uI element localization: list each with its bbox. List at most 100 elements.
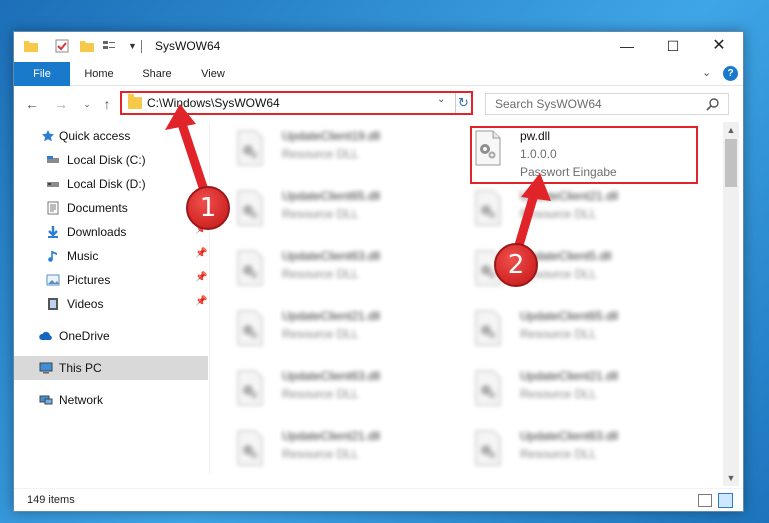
title-separator <box>141 40 142 53</box>
file-name: UpdateClient21.dll <box>282 429 381 443</box>
dll-file-icon <box>475 370 501 406</box>
help-icon[interactable]: ? <box>723 66 738 81</box>
maximize-button[interactable]: ☐ <box>650 32 696 60</box>
file-type: Resource DLL <box>520 327 597 341</box>
tab-home[interactable]: Home <box>77 62 121 86</box>
file-name: UpdateClient65.dll <box>282 189 381 203</box>
address-bar[interactable]: C:\Windows\SysWOW64 ⌄ ↻ <box>120 91 473 115</box>
videos-icon <box>48 298 58 310</box>
nav-item-onedrive[interactable]: OneDrive <box>14 324 208 348</box>
nav-item-label: Quick access <box>59 129 131 143</box>
scrollbar-thumb[interactable] <box>725 139 737 187</box>
refresh-icon[interactable]: ↻ <box>455 93 471 113</box>
dll-file-icon <box>237 370 263 406</box>
file-item[interactable]: UpdateClient21.dll Resource DLL <box>458 364 678 420</box>
dll-file-icon <box>237 430 263 466</box>
nav-item-downloads[interactable]: Downloads 📌 <box>14 220 208 244</box>
file-name: UpdateClient63.dll <box>520 429 619 443</box>
tab-share[interactable]: Share <box>136 62 178 86</box>
file-name: UpdateClient65.dll <box>520 309 619 323</box>
file-item[interactable]: UpdateClient21.dll Resource DLL <box>220 424 440 480</box>
file-item[interactable]: UpdateClient65.dll Resource DLL <box>458 304 678 360</box>
drive-icon <box>47 182 59 187</box>
large-icons-view-icon[interactable] <box>718 493 733 508</box>
nav-item-network[interactable]: Network <box>14 388 208 412</box>
nav-item-label: Pictures <box>67 273 111 287</box>
scroll-down-arrow-icon[interactable]: ▼ <box>723 470 739 486</box>
file-item[interactable]: UpdateClient63.dll Resource DLL <box>220 364 440 420</box>
file-name: UpdateClient21.dll <box>520 189 619 203</box>
up-arrow-icon[interactable]: ↑ <box>98 94 116 114</box>
expand-ribbon-chevron-icon[interactable]: ⌄ <box>702 66 711 79</box>
nav-item-label: Videos <box>67 297 104 311</box>
nav-item-local-disk-c[interactable]: Local Disk (C:) <box>14 148 208 172</box>
nav-item-label: Local Disk (C:) <box>67 153 146 167</box>
nav-item-label: Local Disk (D:) <box>67 177 146 191</box>
nav-item-quick-access[interactable]: Quick access <box>14 124 208 148</box>
dll-file-icon <box>237 310 263 346</box>
cloud-icon <box>39 331 52 340</box>
pin-icon[interactable]: 📌 <box>195 296 207 307</box>
address-dropdown-chevron-icon[interactable]: ⌄ <box>437 94 445 105</box>
nav-item-label: Documents <box>67 201 128 215</box>
window-title: SysWOW64 <box>155 39 221 53</box>
dll-file-icon <box>475 190 501 226</box>
file-type: Resource DLL <box>282 387 359 401</box>
nav-item-documents[interactable]: Documents 📌 <box>14 196 208 220</box>
nav-item-label: Network <box>59 393 104 407</box>
pin-icon[interactable]: 📌 <box>195 272 207 283</box>
file-type: Resource DLL <box>520 387 597 401</box>
file-type: Resource DLL <box>520 207 597 221</box>
new-folder-icon[interactable] <box>79 38 95 54</box>
file-item[interactable]: UpdateClient63.dll Resource DLL <box>458 424 678 480</box>
nav-item-pictures[interactable]: Pictures 📌 <box>14 268 208 292</box>
folder-icon[interactable] <box>23 38 39 54</box>
search-box[interactable]: Search SysWOW64 <box>485 93 729 115</box>
close-button[interactable]: ✕ <box>696 32 742 60</box>
search-icon[interactable] <box>706 97 720 111</box>
network-icon <box>39 395 53 405</box>
computer-icon <box>39 362 53 374</box>
vertical-scrollbar[interactable]: ▲ ▼ <box>723 122 739 486</box>
pictures-icon <box>46 274 60 286</box>
nav-item-music[interactable]: Music 📌 <box>14 244 208 268</box>
navigation-pane: Quick access Local Disk (C:) Local Disk … <box>14 124 208 486</box>
file-item[interactable]: UpdateClient65.dll Resource DLL <box>220 184 440 240</box>
recent-locations-chevron-icon[interactable]: ⌄ <box>78 94 96 114</box>
details-view-icon[interactable] <box>698 494 712 507</box>
music-icon <box>48 251 57 262</box>
download-icon <box>48 226 58 238</box>
scroll-up-arrow-icon[interactable]: ▲ <box>723 122 739 138</box>
address-path[interactable]: C:\Windows\SysWOW64 <box>147 96 280 110</box>
file-type: Resource DLL <box>282 447 359 461</box>
file-name: UpdateClient21.dll <box>282 309 381 323</box>
back-arrow-icon[interactable]: ← <box>23 94 41 114</box>
nav-item-label: OneDrive <box>59 329 110 343</box>
file-item[interactable]: UpdateClient63.dll Resource DLL <box>220 244 440 300</box>
customize-toolbar-icon[interactable] <box>101 38 117 54</box>
star-icon <box>42 130 54 142</box>
step-2-badge: 2 <box>494 243 538 287</box>
dll-file-icon <box>237 190 263 226</box>
step-1-badge: 1 <box>186 186 230 230</box>
file-type: Resource DLL <box>282 327 359 341</box>
file-name: UpdateClient19.dll <box>282 129 381 143</box>
title-bar: ▼ SysWOW64 — ☐ ✕ <box>14 32 743 60</box>
tab-file[interactable]: File <box>14 62 70 86</box>
file-item[interactable]: UpdateClient5.dll Resource DLL <box>458 244 678 300</box>
file-item[interactable]: UpdateClient21.dll Resource DLL <box>458 184 678 240</box>
nav-item-videos[interactable]: Videos 📌 <box>14 292 208 316</box>
file-type: Resource DLL <box>282 147 359 161</box>
nav-item-this-pc[interactable]: This PC <box>14 356 208 380</box>
dll-file-icon <box>237 130 263 166</box>
pin-icon[interactable]: 📌 <box>195 248 207 259</box>
minimize-button[interactable]: — <box>604 32 650 60</box>
nav-item-local-disk-d[interactable]: Local Disk (D:) <box>14 172 208 196</box>
nav-item-label: Music <box>67 249 99 263</box>
tab-view[interactable]: View <box>195 62 231 86</box>
forward-arrow-icon[interactable]: → <box>52 94 70 114</box>
file-item[interactable]: UpdateClient21.dll Resource DLL <box>220 304 440 360</box>
file-item[interactable]: UpdateClient19.dll Resource DLL <box>220 124 440 180</box>
properties-check-icon[interactable] <box>54 38 70 54</box>
file-name: UpdateClient63.dll <box>282 369 381 383</box>
